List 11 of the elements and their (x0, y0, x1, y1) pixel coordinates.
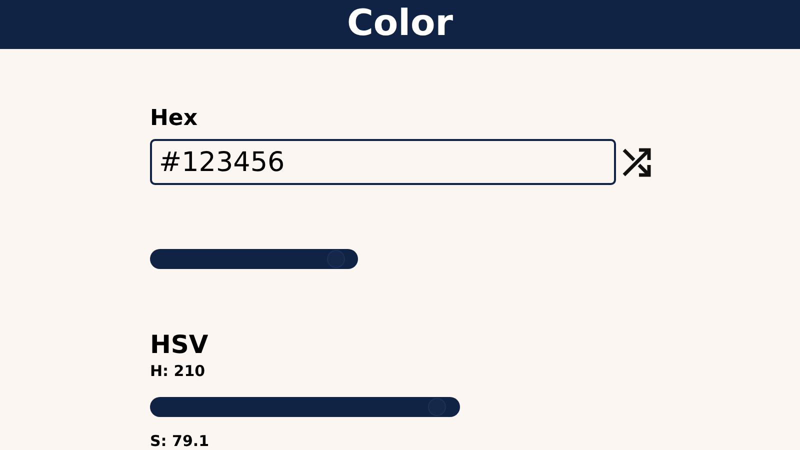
slider-thumb[interactable] (326, 250, 345, 268)
shuffle-icon[interactable] (622, 146, 652, 178)
hex-input-field[interactable]: #123456 (150, 139, 616, 185)
section-heading: Hex (150, 105, 199, 133)
page-title: Color (347, 2, 453, 46)
section-heading: HSV (150, 329, 210, 361)
slider-thumb[interactable] (428, 398, 446, 416)
slider-track[interactable] (150, 397, 460, 417)
channel-label: H: 210 (150, 361, 206, 381)
channel-label: S: 79.1 (150, 431, 210, 450)
slider-track[interactable] (150, 249, 358, 269)
